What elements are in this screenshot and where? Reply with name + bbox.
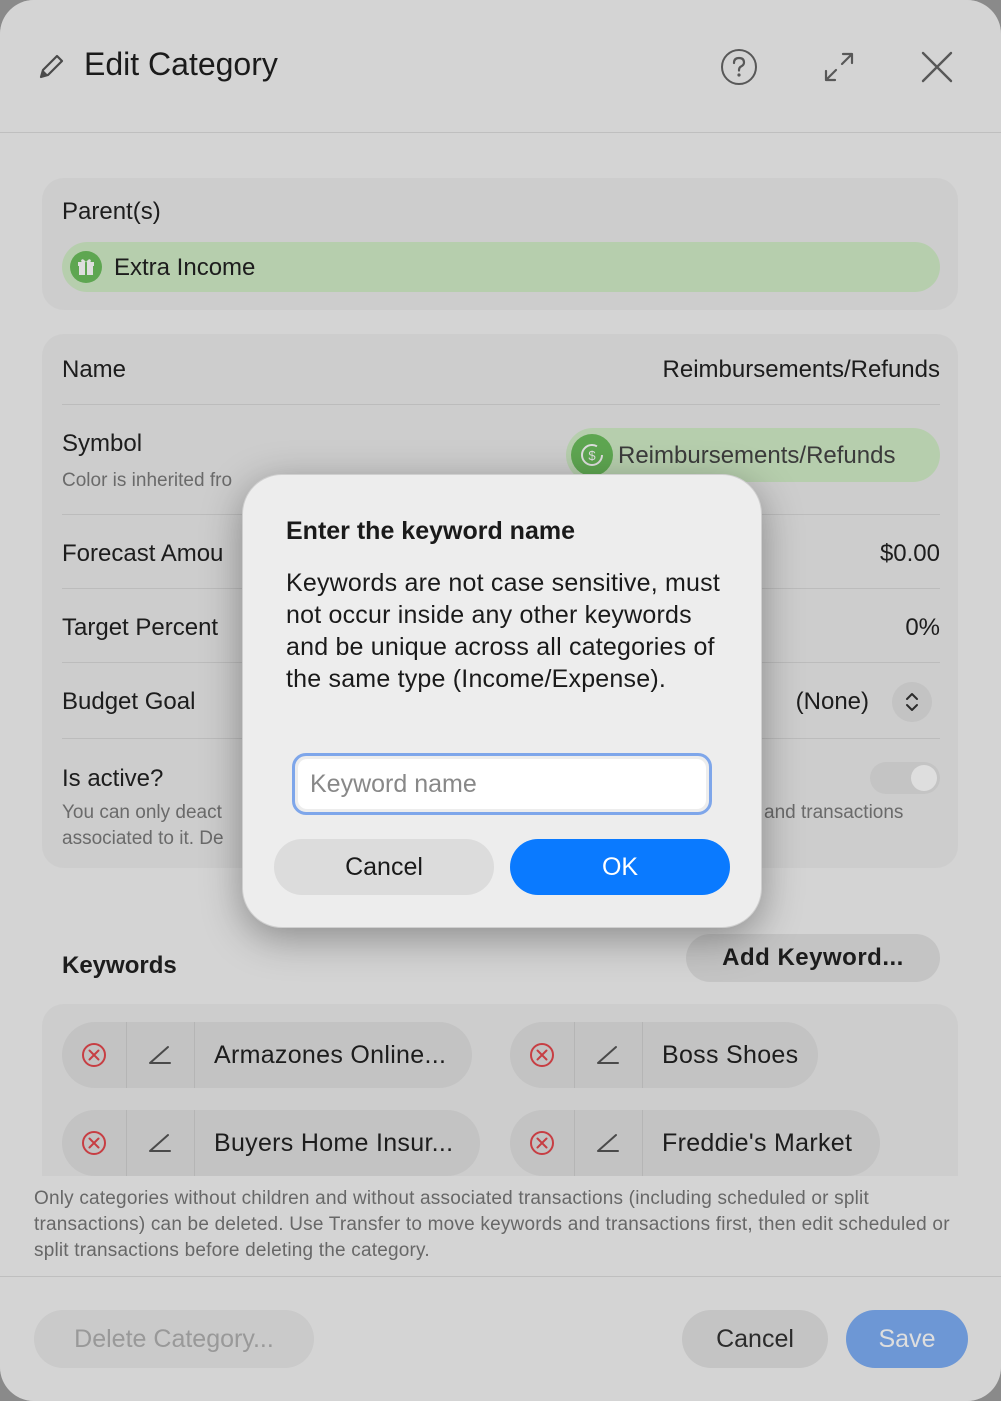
dialog-ok-button[interactable]: OK — [510, 839, 730, 895]
keyword-input-focus-ring — [292, 753, 712, 815]
keyword-name-input[interactable] — [298, 759, 706, 809]
dialog-cancel-button[interactable]: Cancel — [274, 839, 494, 895]
keyword-name-dialog: Enter the keyword name Keywords are not … — [242, 474, 762, 928]
dialog-message: Keywords are not case sensitive, must no… — [286, 569, 720, 693]
dialog-title: Enter the keyword name — [286, 517, 575, 545]
edit-category-window: Edit Category Parent(s) Extra Income Nam… — [0, 0, 1001, 1401]
